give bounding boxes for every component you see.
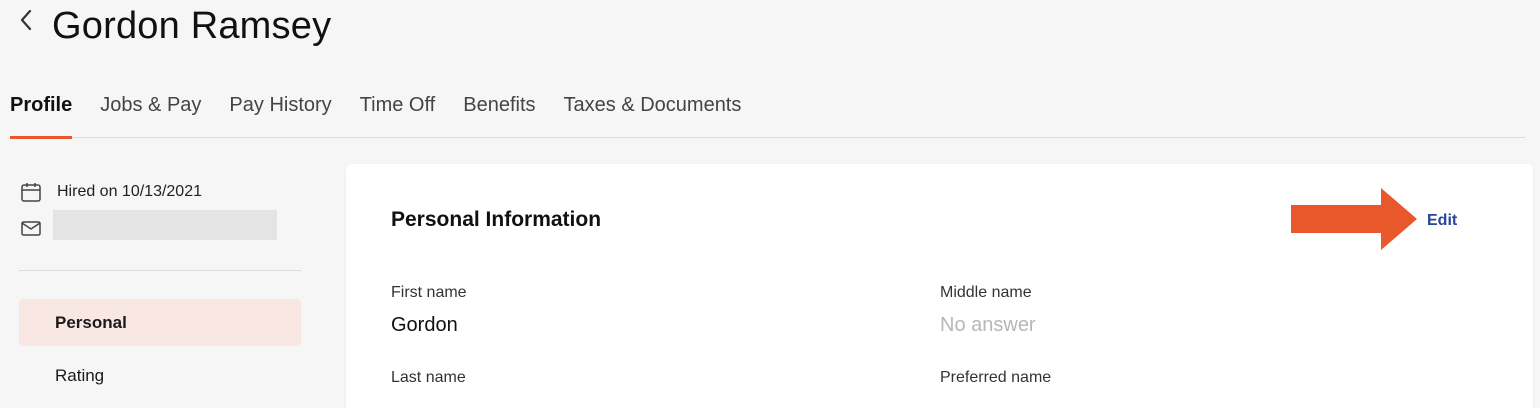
page-title: Gordon Ramsey [52, 5, 332, 47]
middle-name-field: Middle name No answer [940, 284, 1036, 337]
field-label: Middle name [940, 284, 1032, 301]
tab-taxes-documents[interactable]: Taxes & Documents [564, 84, 742, 138]
tab-jobs-pay[interactable]: Jobs & Pay [100, 84, 201, 138]
tab-time-off[interactable]: Time Off [360, 84, 436, 138]
mail-icon [19, 216, 45, 240]
email-row [19, 210, 301, 240]
last-name-field: Last name [391, 369, 466, 387]
personal-information-card: Personal Information Edit First name Gor… [346, 164, 1533, 408]
tab-bar: Profile Jobs & Pay Pay History Time Off … [10, 84, 1525, 139]
field-value: No answer [940, 314, 1036, 336]
tab-profile[interactable]: Profile [10, 84, 73, 139]
hired-date: Hired on 10/13/2021 [57, 183, 202, 200]
field-label: Last name [391, 369, 466, 386]
calendar-icon [19, 180, 45, 204]
field-label: Preferred name [940, 369, 1052, 386]
field-value: Gordon [391, 314, 458, 336]
first-name-field: First name Gordon [391, 284, 467, 337]
back-button[interactable] [14, 8, 38, 32]
sidebar-item-rating[interactable]: Rating [19, 352, 301, 399]
field-label: First name [391, 284, 467, 301]
chevron-left-icon [20, 9, 32, 31]
card-title: Personal Information [391, 208, 602, 231]
email-redacted [53, 210, 277, 240]
preferred-name-field: Preferred name [940, 369, 1051, 387]
sidebar: Hired on 10/13/2021 Personal Rating [19, 180, 301, 405]
hired-date-row: Hired on 10/13/2021 [19, 180, 301, 204]
sidebar-item-personal[interactable]: Personal [19, 299, 301, 346]
tab-benefits[interactable]: Benefits [463, 84, 535, 138]
edit-button[interactable]: Edit [1427, 212, 1457, 230]
divider [19, 270, 301, 271]
tab-pay-history[interactable]: Pay History [229, 84, 331, 138]
arrow-right-icon [1291, 188, 1417, 250]
